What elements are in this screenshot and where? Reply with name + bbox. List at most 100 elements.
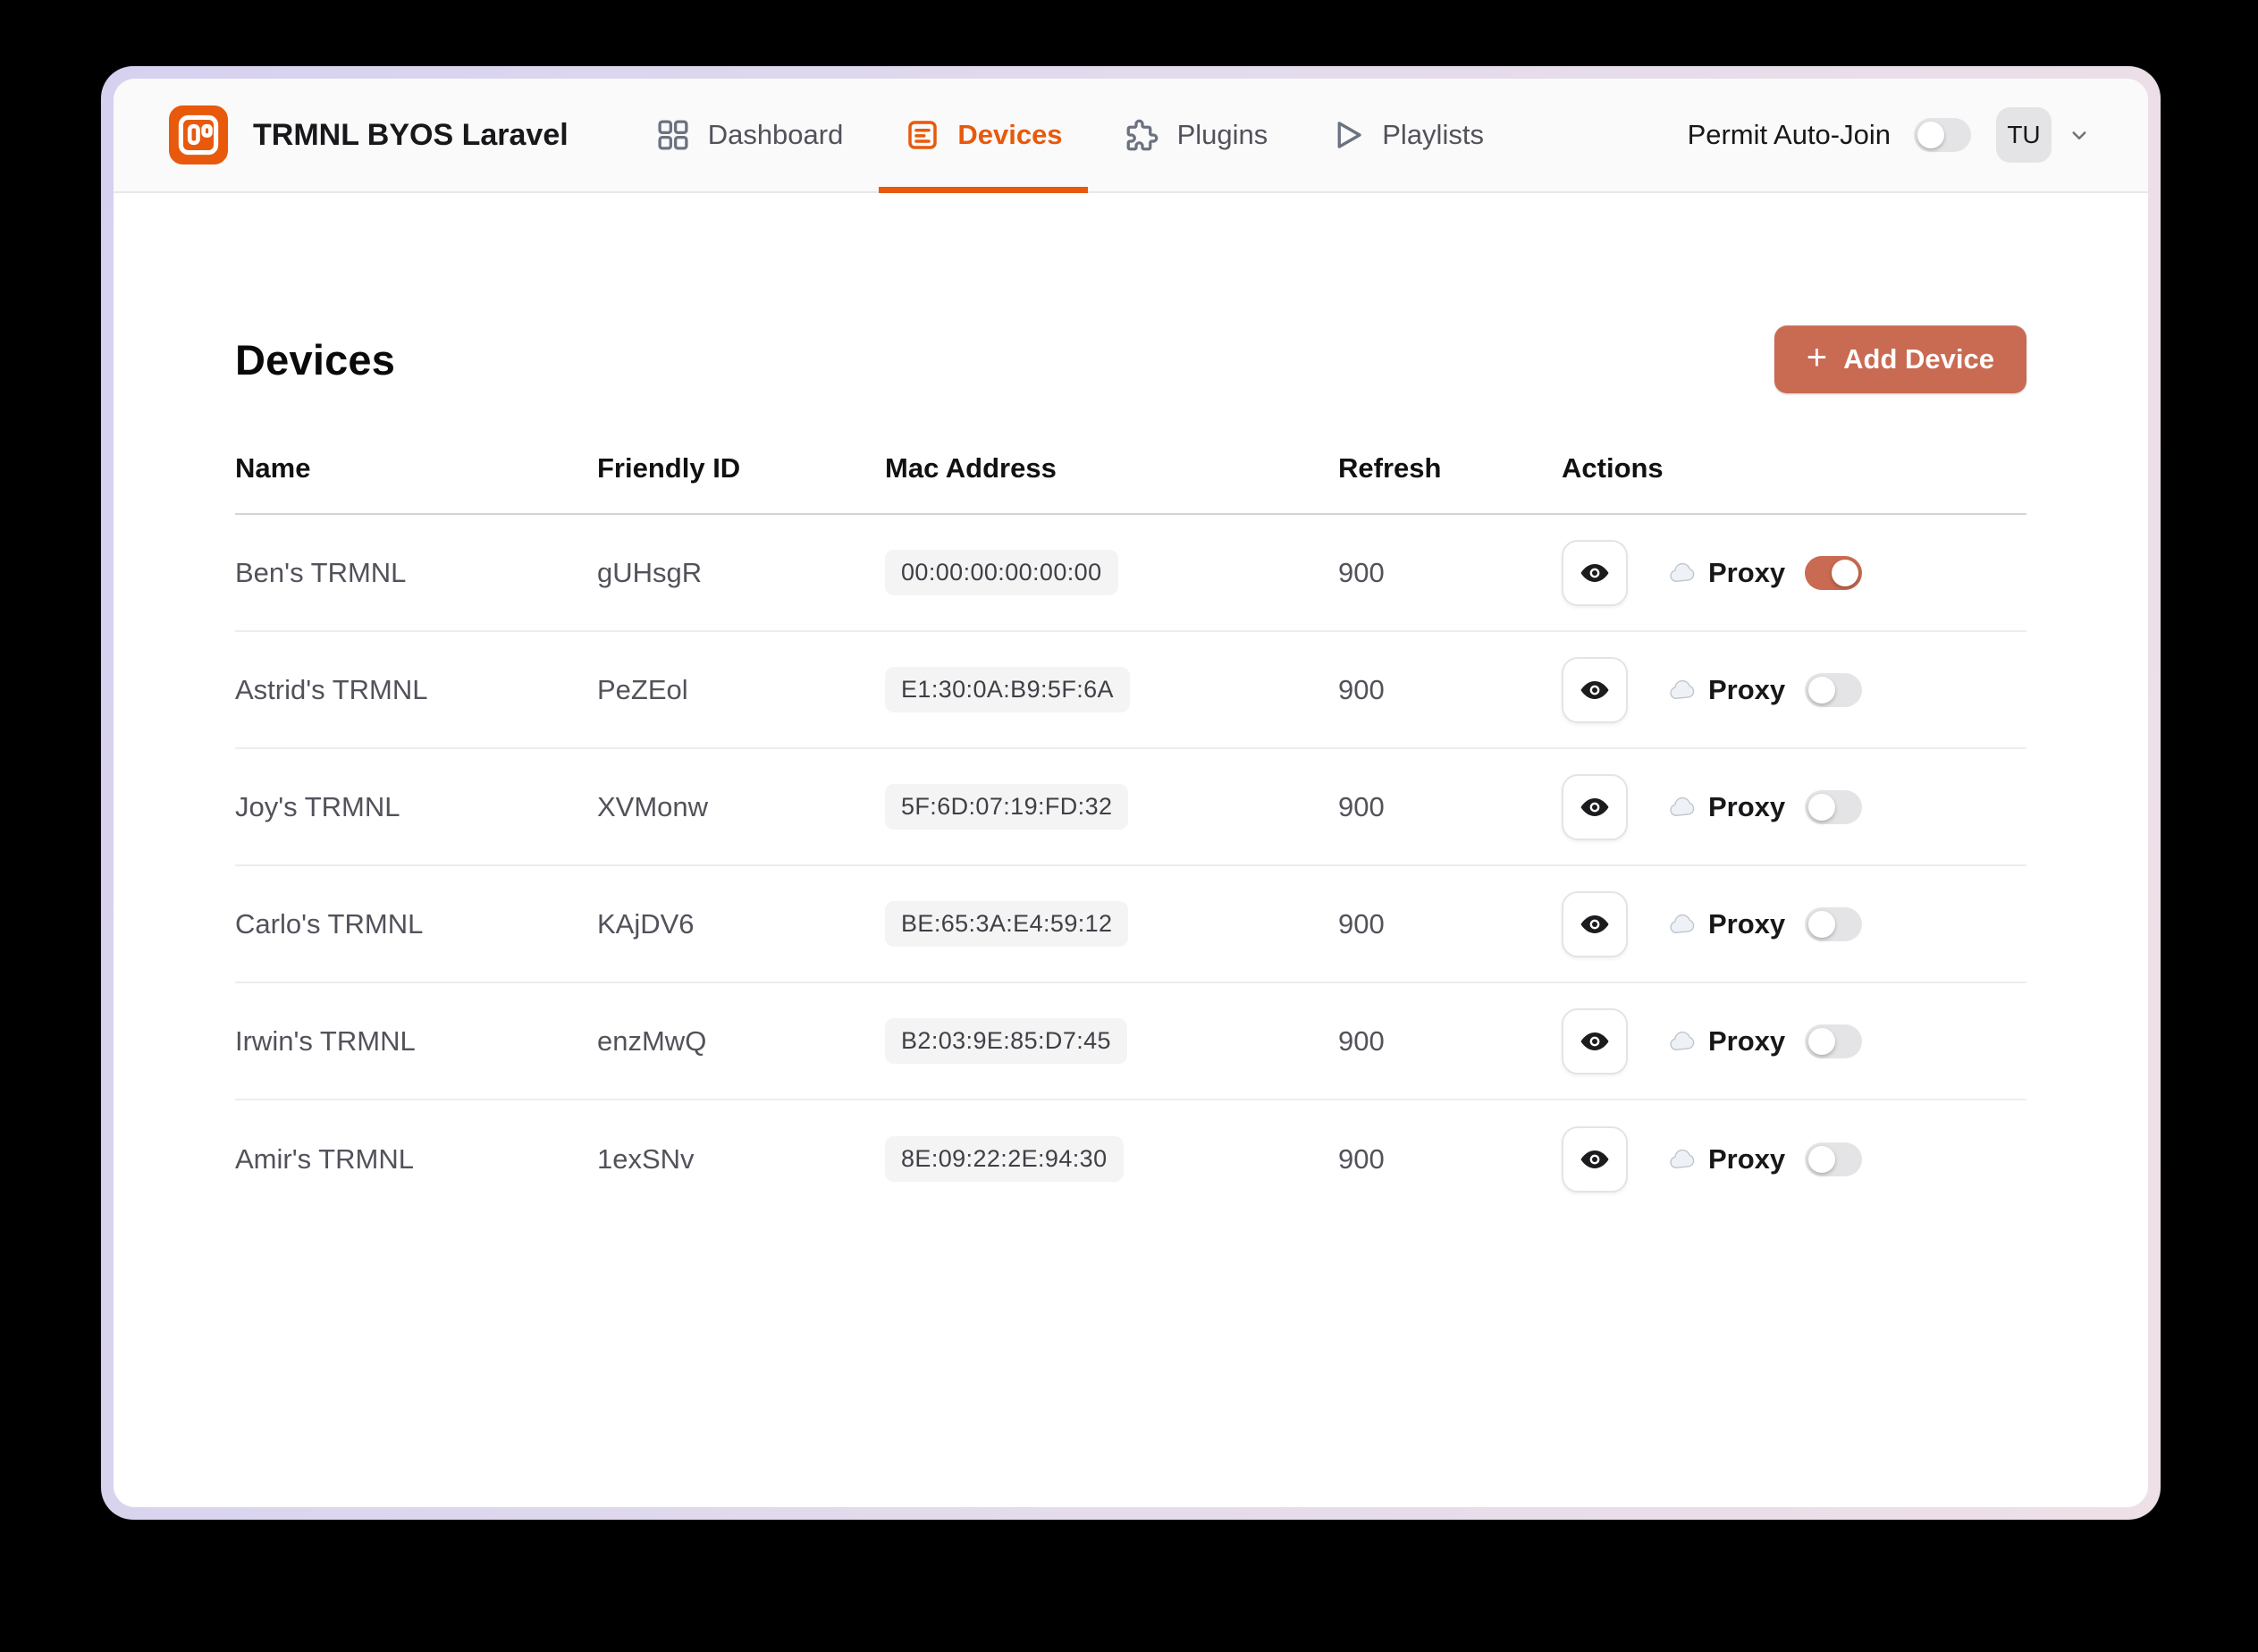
nav-label: Devices	[957, 119, 1063, 150]
view-device-button[interactable]	[1562, 656, 1628, 723]
device-name: Amir's TRMNL	[235, 1142, 414, 1175]
view-device-button[interactable]	[1562, 1125, 1628, 1193]
eye-icon	[1580, 680, 1609, 699]
nav-item-dashboard[interactable]: Dashboard	[651, 79, 847, 191]
proxy-toggle[interactable]	[1805, 555, 1863, 590]
cloud-icon	[1667, 674, 1699, 706]
column-header-name: Name	[235, 452, 311, 484]
device-friendly-id: KAjDV6	[597, 907, 695, 940]
toggle-knob	[1832, 559, 1859, 586]
main-nav: Dashboard Devices Plugins Playlists	[624, 79, 1514, 193]
column-header-friendly-id: Friendly ID	[597, 452, 741, 484]
proxy-toggle[interactable]	[1805, 789, 1863, 824]
device-name: Irwin's TRMNL	[235, 1024, 416, 1057]
page-content: Devices + Add Device Name Friendly ID Ma…	[114, 193, 2148, 1507]
app-window: TRMNL BYOS Laravel Dashboard Devices Plu…	[114, 79, 2148, 1507]
proxy-toggle[interactable]	[1805, 672, 1863, 707]
proxy-label: Proxy	[1708, 907, 1786, 940]
puzzle-icon	[1126, 119, 1158, 151]
device-friendly-id: PeZEol	[597, 673, 688, 705]
user-menu-button[interactable]	[2066, 122, 2093, 148]
nav-item-devices[interactable]: Devices	[879, 79, 1088, 193]
user-initials: TU	[2007, 121, 2041, 148]
app-logo[interactable]	[169, 105, 228, 164]
device-refresh: 900	[1338, 907, 1385, 940]
nav-item-plugins[interactable]: Plugins	[1120, 79, 1272, 191]
view-device-button[interactable]	[1562, 539, 1628, 606]
trmnl-logo-icon	[169, 105, 228, 164]
toggle-knob	[1808, 1145, 1836, 1173]
proxy-label: Proxy	[1708, 1024, 1786, 1057]
proxy-label: Proxy	[1708, 673, 1786, 705]
table-row: Astrid's TRMNL PeZEol E1:30:0A:B9:5F:6A …	[235, 632, 2026, 749]
mac-address-badge: 5F:6D:07:19:FD:32	[885, 784, 1129, 830]
devices-table: Name Friendly ID Mac Address Refresh Act…	[235, 452, 2026, 1218]
nav-label: Playlists	[1382, 119, 1484, 150]
view-device-button[interactable]	[1562, 773, 1628, 840]
chevron-down-icon	[2072, 131, 2086, 139]
table-body: Ben's TRMNL gUHsgR 00:00:00:00:00:00 900…	[235, 515, 2026, 1218]
add-device-label: Add Device	[1843, 343, 1994, 375]
proxy-label: Proxy	[1708, 1142, 1786, 1175]
eye-icon	[1580, 1150, 1609, 1168]
nav-label: Dashboard	[707, 119, 844, 150]
proxy-label: Proxy	[1708, 556, 1786, 588]
toggle-knob	[1808, 1027, 1836, 1055]
device-friendly-id: XVMonw	[597, 790, 709, 822]
proxy-toggle[interactable]	[1805, 1024, 1863, 1058]
toggle-knob	[1808, 910, 1836, 938]
table-row: Irwin's TRMNL enzMwQ B2:03:9E:85:D7:45 9…	[235, 983, 2026, 1100]
table-row: Carlo's TRMNL KAjDV6 BE:65:3A:E4:59:12 9…	[235, 866, 2026, 983]
device-refresh: 900	[1338, 1024, 1385, 1057]
column-header-mac-address: Mac Address	[885, 452, 1057, 484]
view-device-button[interactable]	[1562, 890, 1628, 957]
page-title: Devices	[235, 335, 396, 384]
user-avatar[interactable]: TU	[1996, 107, 2052, 163]
cloud-icon	[1667, 1143, 1699, 1176]
table-row: Joy's TRMNL XVMonw 5F:6D:07:19:FD:32 900…	[235, 749, 2026, 866]
play-icon	[1337, 122, 1361, 148]
mac-address-badge: BE:65:3A:E4:59:12	[885, 901, 1129, 947]
plus-icon: +	[1806, 338, 1828, 377]
column-header-actions: Actions	[1562, 452, 1664, 484]
window-frame: TRMNL BYOS Laravel Dashboard Devices Plu…	[101, 66, 2161, 1520]
eye-icon	[1580, 1032, 1609, 1050]
device-refresh: 900	[1338, 673, 1385, 705]
proxy-toggle[interactable]	[1805, 906, 1863, 941]
proxy-toggle[interactable]	[1805, 1142, 1863, 1176]
view-device-button[interactable]	[1562, 1007, 1628, 1075]
cloud-icon	[1667, 557, 1699, 589]
device-friendly-id: enzMwQ	[597, 1024, 707, 1057]
nav-label: Plugins	[1176, 119, 1268, 150]
eye-icon	[1580, 797, 1609, 816]
device-list-icon	[908, 121, 938, 149]
cloud-icon	[1667, 791, 1699, 823]
app-title: TRMNL BYOS Laravel	[253, 117, 569, 152]
permit-auto-join-label: Permit Auto-Join	[1687, 119, 1891, 150]
app-header: TRMNL BYOS Laravel Dashboard Devices Plu…	[114, 79, 2148, 193]
mac-address-badge: B2:03:9E:85:D7:45	[885, 1018, 1127, 1064]
nav-item-playlists[interactable]: Playlists	[1325, 79, 1487, 191]
mac-address-badge: 8E:09:22:2E:94:30	[885, 1136, 1124, 1182]
device-friendly-id: 1exSNv	[597, 1142, 695, 1175]
proxy-label: Proxy	[1708, 790, 1786, 822]
add-device-button[interactable]: + Add Device	[1774, 325, 2026, 393]
device-friendly-id: gUHsgR	[597, 556, 703, 588]
device-refresh: 900	[1338, 556, 1385, 588]
mac-address-badge: 00:00:00:00:00:00	[885, 550, 1118, 595]
toggle-knob	[1917, 122, 1944, 148]
cloud-icon	[1667, 1025, 1699, 1058]
device-name: Astrid's TRMNL	[235, 673, 428, 705]
device-name: Ben's TRMNL	[235, 556, 407, 588]
column-header-refresh: Refresh	[1338, 452, 1442, 484]
eye-icon	[1580, 563, 1609, 582]
table-row: Ben's TRMNL gUHsgR 00:00:00:00:00:00 900…	[235, 515, 2026, 632]
toggle-knob	[1808, 793, 1836, 821]
table-header: Name Friendly ID Mac Address Refresh Act…	[235, 452, 2026, 515]
permit-auto-join-toggle[interactable]	[1914, 118, 1971, 152]
device-refresh: 900	[1338, 790, 1385, 822]
eye-icon	[1580, 914, 1609, 933]
device-refresh: 900	[1338, 1142, 1385, 1175]
grid-icon	[658, 120, 688, 150]
device-name: Joy's TRMNL	[235, 790, 400, 822]
